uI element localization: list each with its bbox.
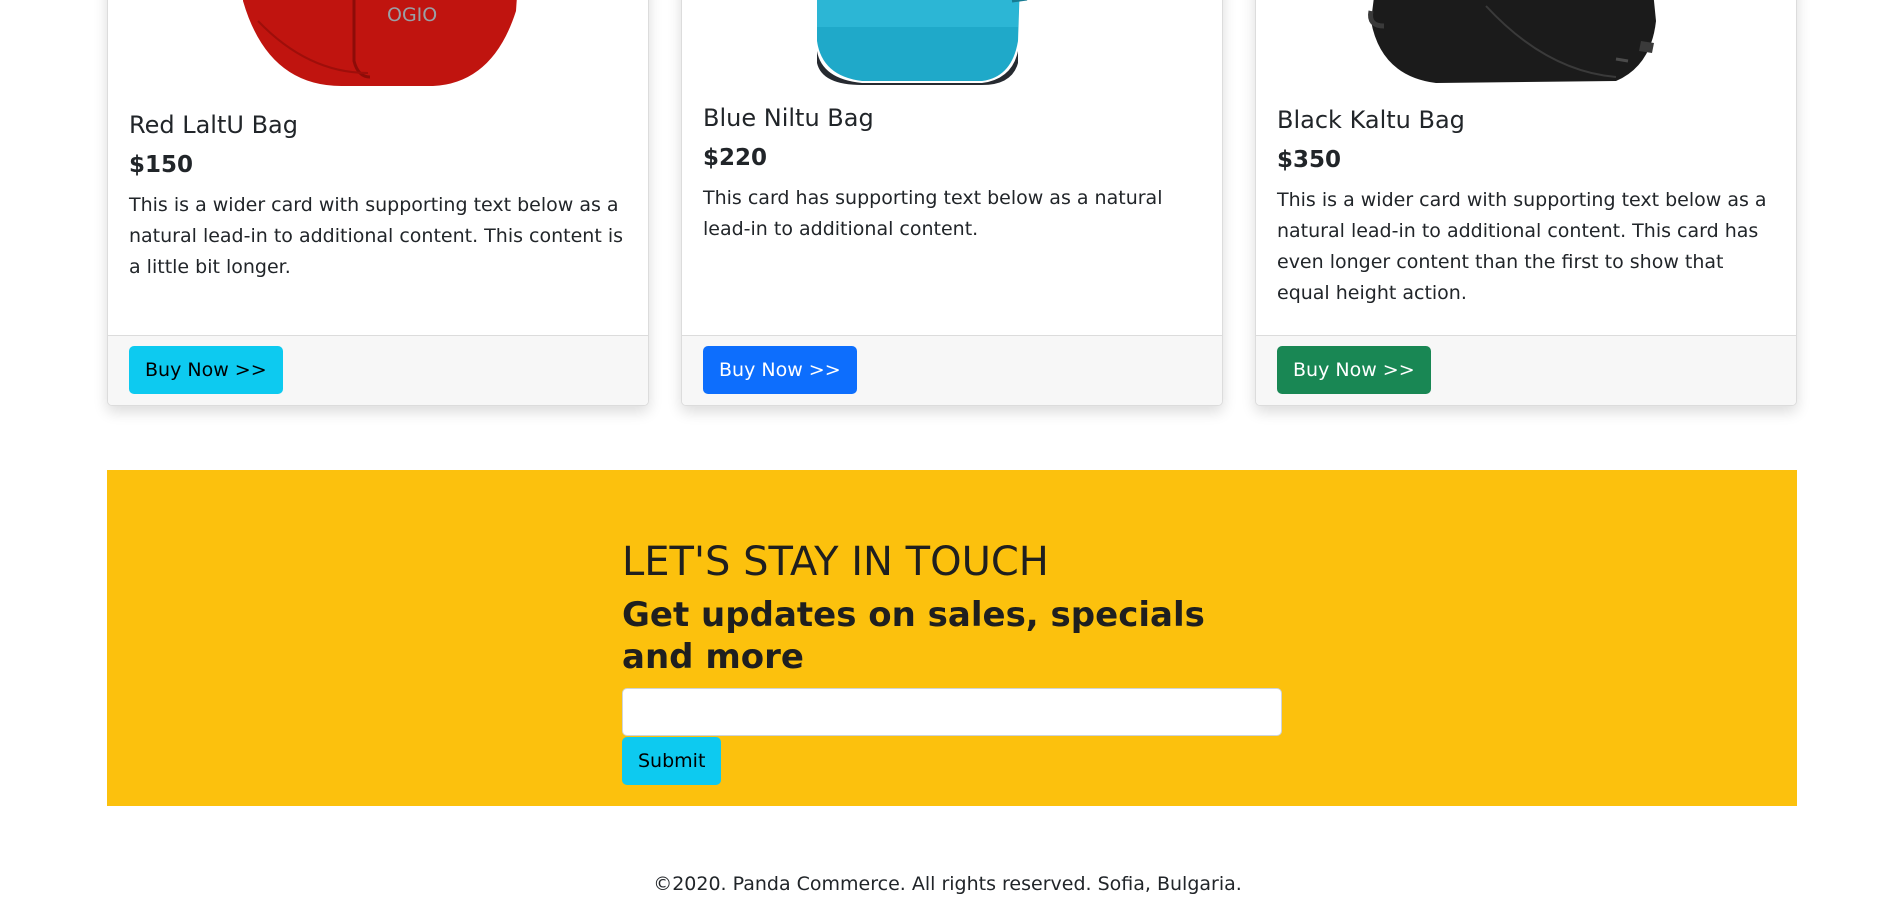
product-price: $350: [1277, 147, 1342, 173]
newsletter-section: LET'S STAY IN TOUCH Get updates on sales…: [107, 470, 1797, 806]
card-footer: Buy Now >>: [108, 335, 648, 405]
card-footer: Buy Now >>: [1256, 335, 1796, 405]
product-price: $220: [703, 145, 768, 171]
product-description: This is a wider card with supporting tex…: [129, 194, 623, 278]
bag-brand-logo: OGIO: [387, 4, 437, 26]
product-description: This is a wider card with supporting tex…: [1277, 189, 1767, 304]
product-title: Red LaltU Bag: [129, 111, 298, 139]
product-title: Black Kaltu Bag: [1277, 106, 1465, 134]
blue-bag-image: [682, 0, 1222, 91]
card-footer: Buy Now >>: [682, 335, 1222, 405]
newsletter-subtitle: Get updates on sales, specials and more: [622, 595, 1205, 677]
black-bag-image: [1256, 0, 1796, 91]
buy-now-button[interactable]: Buy Now >>: [703, 346, 857, 394]
newsletter-form: LET'S STAY IN TOUCH Get updates on sales…: [622, 536, 1282, 785]
page: OGIO Red LaltU Bag $150 This is a wider …: [0, 0, 1895, 913]
product-description: This card has supporting text below as a…: [703, 187, 1163, 240]
product-card-blue: Blue Niltu Bag $220 This card has suppor…: [681, 0, 1223, 406]
product-card-black: Black Kaltu Bag $350 This is a wider car…: [1255, 0, 1797, 406]
product-title: Blue Niltu Bag: [703, 104, 874, 132]
red-bag-image: OGIO: [108, 0, 648, 91]
submit-button[interactable]: Submit: [622, 737, 722, 785]
buy-now-button[interactable]: Buy Now >>: [129, 346, 283, 394]
product-card-red: OGIO Red LaltU Bag $150 This is a wider …: [107, 0, 649, 406]
footer-copyright: ©2020. Panda Commerce. All rights reserv…: [653, 873, 1242, 895]
email-field[interactable]: [622, 688, 1282, 736]
product-cards: OGIO Red LaltU Bag $150 This is a wider …: [107, 0, 1797, 406]
buy-now-button[interactable]: Buy Now >>: [1277, 346, 1431, 394]
newsletter-title: LET'S STAY IN TOUCH: [622, 539, 1049, 585]
product-price: $150: [129, 152, 194, 178]
